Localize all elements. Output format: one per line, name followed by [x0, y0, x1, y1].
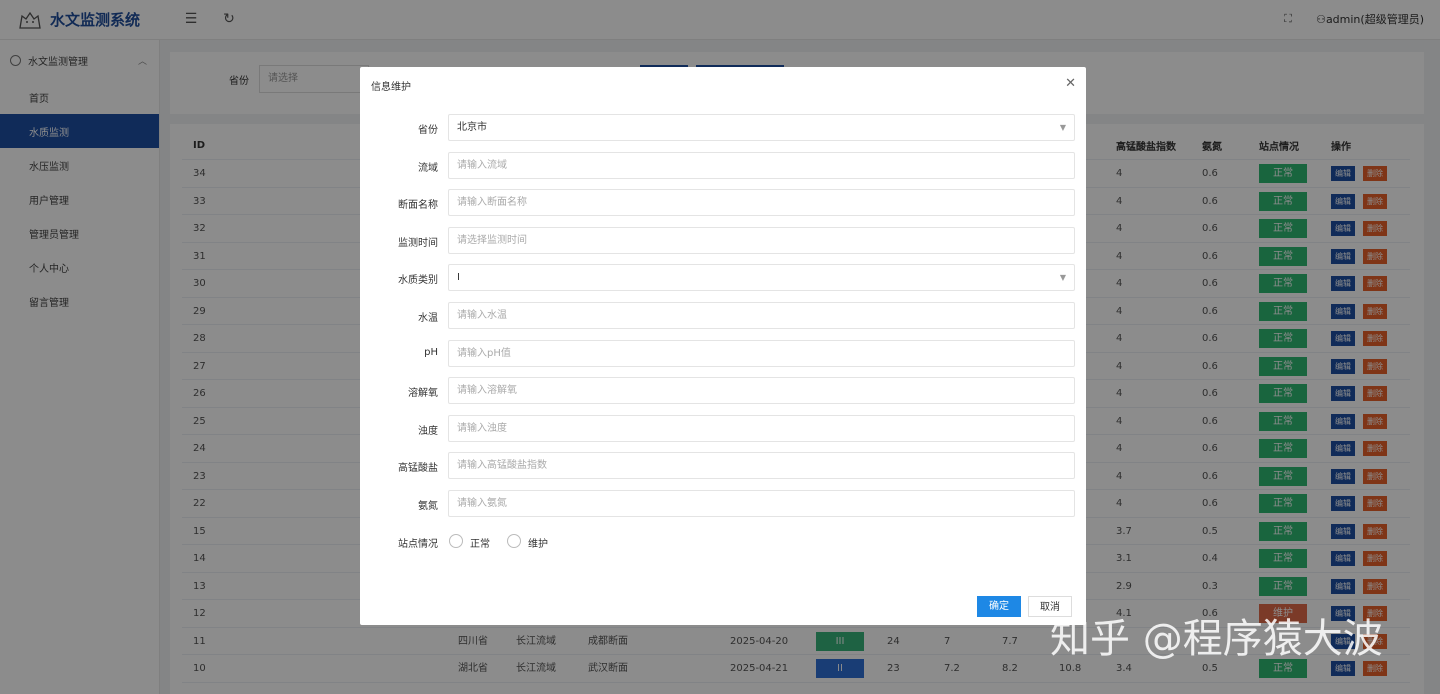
select-value: I — [457, 272, 460, 284]
radio-normal-label[interactable]: 正常 — [470, 535, 490, 550]
form-row: 断面名称 请输入断面名称 — [360, 189, 1086, 217]
input-text: 请输入浊度 — [457, 422, 507, 434]
input-text: 请输入高锰酸盐指数 — [457, 460, 547, 472]
select-value: 北京市 — [457, 122, 487, 133]
radio-maintain-label[interactable]: 维护 — [528, 535, 548, 550]
form-row: 水温 请输入水温 — [360, 302, 1086, 330]
input-field[interactable]: 请输入浊度 — [448, 414, 1075, 442]
input-field[interactable]: 请选择监测时间 — [448, 226, 1075, 254]
field-label: 溶解氧 — [408, 388, 438, 400]
radio-maintain[interactable] — [507, 534, 521, 548]
station-label: 站点情况 — [398, 539, 438, 550]
form-row: 流域 请输入流域 — [360, 151, 1086, 180]
dialog-title: 信息维护 — [371, 82, 411, 93]
field-label: 监测时间 — [398, 237, 438, 249]
info-dialog: 信息维护 ✕ 省份 北京市 ▼ 流域 请输入流域断面名称 请输入断面名称监测时间 请选择监测… — [360, 67, 1086, 625]
input-field[interactable]: 请输入流域 — [448, 151, 1075, 179]
field-label: 流域 — [418, 162, 438, 174]
form-row: 水质类别 I ▼ — [360, 264, 1086, 292]
input-field[interactable]: 请输入pH值 — [448, 339, 1075, 367]
field-label: 省份 — [418, 125, 438, 136]
radio-normal[interactable] — [449, 534, 463, 548]
form-row: 监测时间 请选择监测时间 — [360, 226, 1086, 255]
input-field[interactable]: 请输入氨氮 — [448, 490, 1075, 517]
input-field[interactable]: 请输入断面名称 — [448, 189, 1075, 217]
form-row: 高锰酸盐 请输入高锰酸盐指数 — [360, 452, 1086, 480]
input-text: 请输入溶解氧 — [457, 385, 517, 397]
input-text: 请选择监测时间 — [457, 234, 527, 246]
field-label: 浊度 — [418, 425, 438, 437]
input-text: 请输入水温 — [457, 310, 507, 321]
input-field[interactable]: 请输入高锰酸盐指数 — [448, 452, 1075, 480]
input-text: 请输入断面名称 — [457, 197, 527, 209]
field-label: pH — [424, 346, 438, 358]
close-icon[interactable]: ✕ — [1065, 76, 1076, 91]
form-row: 浊度 请输入浊度 — [360, 414, 1086, 443]
watermark: 知乎 @程序猿大波 — [1050, 616, 1383, 662]
station-row: 站点情况 正常 维护 — [360, 528, 1086, 556]
form-row: 省份 北京市 ▼ — [360, 114, 1086, 142]
select-field[interactable]: 北京市 ▼ — [448, 114, 1075, 141]
field-label: 高锰酸盐 — [398, 463, 438, 475]
select-field[interactable]: I ▼ — [448, 264, 1075, 292]
input-field[interactable]: 请输入溶解氧 — [448, 377, 1075, 405]
input-text: 请输入流域 — [457, 159, 507, 171]
input-field[interactable]: 请输入水温 — [448, 302, 1075, 329]
field-label: 断面名称 — [398, 200, 438, 212]
chevron-down-icon: ▼ — [1059, 123, 1066, 132]
form-row: 溶解氧 请输入溶解氧 — [360, 377, 1086, 405]
confirm-button[interactable]: 确定 — [977, 596, 1021, 617]
form-row: 氨氮 请输入氨氮 — [360, 490, 1086, 518]
form-row: pH 请输入pH值 — [360, 339, 1086, 368]
field-label: 水温 — [418, 313, 438, 324]
field-label: 水质类别 — [398, 275, 438, 287]
input-text: 请输入pH值 — [457, 347, 511, 359]
field-label: 氨氮 — [418, 501, 438, 512]
input-text: 请输入氨氮 — [457, 498, 507, 509]
chevron-down-icon: ▼ — [1059, 273, 1066, 283]
